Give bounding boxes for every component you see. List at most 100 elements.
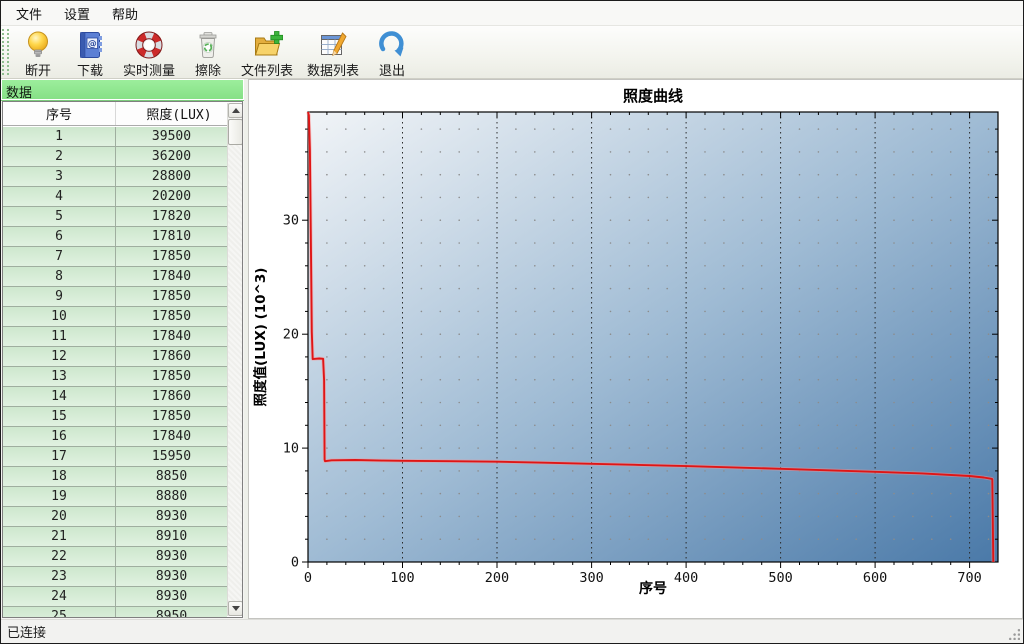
table-row[interactable]: 208930 xyxy=(3,507,227,527)
exit-button[interactable]: 退出 xyxy=(366,27,418,77)
disconnect-button[interactable]: 断开 xyxy=(12,27,64,77)
lux-cell: 15950 xyxy=(116,447,227,466)
main-area: 数据 序号照度(LUX) 139500236200328800420200517… xyxy=(1,79,1023,619)
table-row[interactable]: 420200 xyxy=(3,187,227,207)
serial-cell: 10 xyxy=(3,307,116,326)
download-button[interactable]: @ 下载 xyxy=(64,27,116,77)
data-table: 序号照度(LUX) 139500236200328800420200517820… xyxy=(2,101,243,618)
data-list-button[interactable]: 数据列表 xyxy=(300,27,366,77)
table-row[interactable]: 617810 xyxy=(3,227,227,247)
table-row[interactable]: 188850 xyxy=(3,467,227,487)
scroll-down-button[interactable] xyxy=(228,601,243,616)
bulb-icon xyxy=(22,29,54,61)
toolbar-gripper[interactable] xyxy=(2,29,9,75)
serial-cell: 5 xyxy=(3,207,116,226)
table-row[interactable]: 517820 xyxy=(3,207,227,227)
y-axis-label: 照度值(LUX) (10^3) xyxy=(252,268,269,407)
lux-cell: 8880 xyxy=(116,487,227,506)
toolbar-button-label: 文件列表 xyxy=(241,60,293,79)
table-row[interactable]: 218910 xyxy=(3,527,227,547)
table-body: 1395002362003288004202005178206178107178… xyxy=(3,127,227,617)
serial-cell: 15 xyxy=(3,407,116,426)
table-row[interactable]: 817840 xyxy=(3,267,227,287)
scrollbar-thumb[interactable] xyxy=(228,119,243,145)
table-scrollbar[interactable] xyxy=(227,103,242,616)
table-row[interactable]: 1417860 xyxy=(3,387,227,407)
serial-cell: 3 xyxy=(3,167,116,186)
lux-cell: 8930 xyxy=(116,547,227,566)
resize-grip[interactable] xyxy=(1007,627,1020,640)
lux-cell: 17840 xyxy=(116,427,227,446)
x-tick-label: 0 xyxy=(304,570,312,586)
serial-cell: 19 xyxy=(3,487,116,506)
table-row[interactable]: 1117840 xyxy=(3,327,227,347)
serial-cell: 11 xyxy=(3,327,116,346)
folder-add-icon xyxy=(251,29,283,61)
serial-cell: 23 xyxy=(3,567,116,586)
table-row[interactable]: 236200 xyxy=(3,147,227,167)
svg-text:@: @ xyxy=(88,39,97,49)
serial-cell: 8 xyxy=(3,267,116,286)
table-row[interactable]: 198880 xyxy=(3,487,227,507)
chart-panel: 01002003004005006007000102030照度曲线序号照度值(L… xyxy=(248,79,1023,619)
table-row[interactable]: 1217860 xyxy=(3,347,227,367)
lux-cell: 17850 xyxy=(116,367,227,386)
table-row[interactable]: 1617840 xyxy=(3,427,227,447)
toolbar-button-label: 下载 xyxy=(77,60,103,79)
lux-cell: 17810 xyxy=(116,227,227,246)
serial-cell: 22 xyxy=(3,547,116,566)
lux-cell: 8930 xyxy=(116,567,227,586)
scroll-up-button[interactable] xyxy=(228,103,243,118)
table-row[interactable]: 228930 xyxy=(3,547,227,567)
serial-cell: 17 xyxy=(3,447,116,466)
column-header: 序号 xyxy=(3,102,116,125)
lux-cell: 8930 xyxy=(116,587,227,606)
toolbar-button-label: 退出 xyxy=(379,60,405,79)
connection-status: 已连接 xyxy=(7,622,46,641)
toolbar-button-label: 断开 xyxy=(25,60,51,79)
x-tick-label: 700 xyxy=(957,570,981,586)
table-row[interactable]: 1517850 xyxy=(3,407,227,427)
menu-help[interactable]: 帮助 xyxy=(101,1,149,26)
table-row[interactable]: 1715950 xyxy=(3,447,227,467)
table-row[interactable]: 917850 xyxy=(3,287,227,307)
table-row[interactable]: 1317850 xyxy=(3,367,227,387)
file-list-button[interactable]: 文件列表 xyxy=(234,27,300,77)
serial-cell: 1 xyxy=(3,127,116,146)
up-arrow-icon xyxy=(232,108,240,113)
table-row[interactable]: 1017850 xyxy=(3,307,227,327)
menu-file[interactable]: 文件 xyxy=(5,1,53,26)
table-row[interactable]: 717850 xyxy=(3,247,227,267)
serial-cell: 6 xyxy=(3,227,116,246)
lux-cell: 8950 xyxy=(116,607,227,617)
lux-cell: 17820 xyxy=(116,207,227,226)
y-tick-label: 0 xyxy=(291,555,299,571)
menu-settings[interactable]: 设置 xyxy=(53,1,101,26)
realtime-measure-button[interactable]: 实时测量 xyxy=(116,27,182,77)
y-tick-label: 30 xyxy=(283,213,299,229)
lux-cell: 17850 xyxy=(116,247,227,266)
y-tick-label: 20 xyxy=(283,327,299,343)
data-panel: 数据 序号照度(LUX) 139500236200328800420200517… xyxy=(1,79,244,619)
chart-title: 照度曲线 xyxy=(623,87,683,105)
lux-cell: 17850 xyxy=(116,287,227,306)
table-row[interactable]: 139500 xyxy=(3,127,227,147)
serial-cell: 21 xyxy=(3,527,116,546)
table-row[interactable]: 248930 xyxy=(3,587,227,607)
serial-cell: 7 xyxy=(3,247,116,266)
menu-bar: 文件设置帮助 xyxy=(1,1,1023,26)
serial-cell: 18 xyxy=(3,467,116,486)
lux-cell: 17850 xyxy=(116,307,227,326)
erase-button[interactable]: 擦除 xyxy=(182,27,234,77)
lux-cell: 8850 xyxy=(116,467,227,486)
data-panel-title: 数据 xyxy=(6,86,32,101)
table-row[interactable]: 328800 xyxy=(3,167,227,187)
lux-cell: 20200 xyxy=(116,187,227,206)
serial-cell: 13 xyxy=(3,367,116,386)
table-row[interactable]: 238930 xyxy=(3,567,227,587)
toolbar-button-label: 擦除 xyxy=(195,60,221,79)
trash-recycle-icon xyxy=(192,29,224,61)
serial-cell: 12 xyxy=(3,347,116,366)
table-row[interactable]: 258950 xyxy=(3,607,227,617)
down-arrow-icon xyxy=(232,606,240,611)
